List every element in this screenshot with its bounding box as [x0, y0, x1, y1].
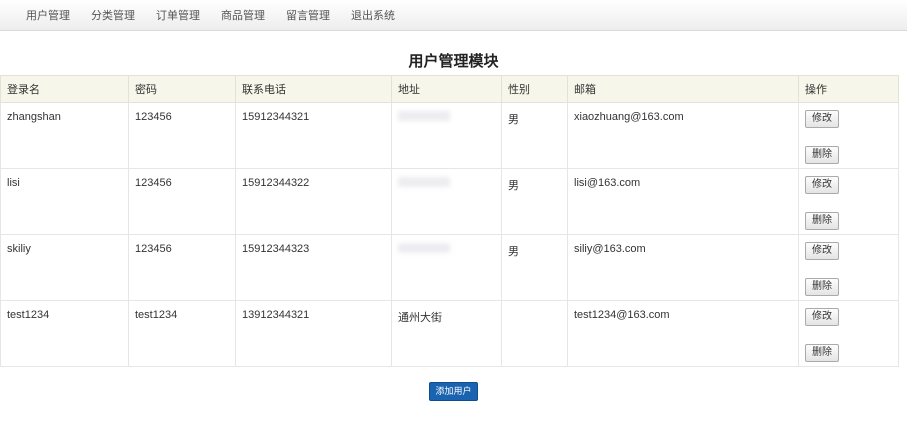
table-row: skiliy 123456 15912344323 男 siliy@163.co… [0, 234, 899, 301]
nav-users[interactable]: 用户管理 [26, 7, 70, 23]
cell-password: test1234 [128, 300, 236, 367]
nav-products[interactable]: 商品管理 [221, 7, 265, 23]
nav-orders[interactable]: 订单管理 [156, 7, 200, 23]
redacted-address [398, 243, 450, 253]
page-title: 用户管理模块 [408, 53, 499, 70]
table-header-row: 登录名 密码 联系电话 地址 性别 邮箱 操作 [0, 75, 899, 103]
header-actions: 操作 [798, 75, 899, 103]
cell-password: 123456 [128, 168, 236, 235]
cell-address: 通州大街 [391, 300, 502, 367]
cell-password: 123456 [128, 102, 236, 169]
table-row: test1234 test1234 13912344321 通州大街 test1… [0, 300, 899, 367]
users-table: 登录名 密码 联系电话 地址 性别 邮箱 操作 zhangshan 123456… [0, 75, 899, 367]
cell-phone: 15912344322 [235, 168, 392, 235]
header-email: 邮箱 [567, 75, 799, 103]
add-user-button[interactable]: 添加用户 [429, 382, 478, 401]
cell-phone: 15912344321 [235, 102, 392, 169]
edit-button[interactable]: 修改 [805, 242, 839, 260]
edit-button[interactable]: 修改 [805, 308, 839, 326]
cell-address [391, 102, 502, 169]
cell-login: skiliy [0, 234, 129, 301]
redacted-address [398, 177, 450, 187]
cell-login: zhangshan [0, 102, 129, 169]
header-gender: 性别 [501, 75, 568, 103]
edit-button[interactable]: 修改 [805, 110, 839, 128]
nav-logout[interactable]: 退出系统 [351, 7, 395, 23]
edit-button[interactable]: 修改 [805, 176, 839, 194]
cell-gender: 男 [501, 234, 568, 301]
delete-button[interactable]: 删除 [805, 344, 839, 362]
cell-actions: 修改 删除 [798, 102, 899, 169]
cell-email: test1234@163.com [567, 300, 799, 367]
cell-gender: 男 [501, 168, 568, 235]
delete-button[interactable]: 删除 [805, 212, 839, 230]
table-row: zhangshan 123456 15912344321 男 xiaozhuan… [0, 102, 899, 169]
cell-login: test1234 [0, 300, 129, 367]
cell-email: siliy@163.com [567, 234, 799, 301]
cell-address [391, 168, 502, 235]
cell-gender: 男 [501, 102, 568, 169]
cell-login: lisi [0, 168, 129, 235]
cell-email: xiaozhuang@163.com [567, 102, 799, 169]
top-nav: 用户管理 分类管理 订单管理 商品管理 留言管理 退出系统 [0, 0, 907, 31]
cell-actions: 修改 删除 [798, 300, 899, 367]
delete-button[interactable]: 删除 [805, 278, 839, 296]
header-login: 登录名 [0, 75, 129, 103]
cell-password: 123456 [128, 234, 236, 301]
cell-phone: 15912344323 [235, 234, 392, 301]
nav-categories[interactable]: 分类管理 [91, 7, 135, 23]
nav-messages[interactable]: 留言管理 [286, 7, 330, 23]
cell-actions: 修改 删除 [798, 168, 899, 235]
add-button-wrap: 添加用户 [0, 382, 907, 401]
header-address: 地址 [391, 75, 502, 103]
cell-address [391, 234, 502, 301]
header-password: 密码 [128, 75, 236, 103]
delete-button[interactable]: 删除 [805, 146, 839, 164]
cell-email: lisi@163.com [567, 168, 799, 235]
cell-gender [501, 300, 568, 367]
header-phone: 联系电话 [235, 75, 392, 103]
cell-actions: 修改 删除 [798, 234, 899, 301]
cell-phone: 13912344321 [235, 300, 392, 367]
redacted-address [398, 111, 450, 121]
table-row: lisi 123456 15912344322 男 lisi@163.com 修… [0, 168, 899, 235]
